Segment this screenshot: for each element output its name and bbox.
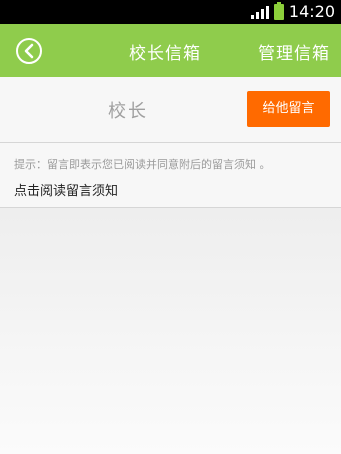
- battery-icon: [273, 2, 284, 20]
- back-button[interactable]: [16, 38, 42, 64]
- back-circle-icon: [24, 43, 34, 59]
- status-icons: 14:20: [250, 0, 335, 24]
- role-label: 校长: [108, 101, 148, 122]
- manage-mailbox-button[interactable]: 管理信箱: [258, 39, 330, 64]
- content-area: [0, 208, 341, 454]
- principal-row: 校长 给他留言: [0, 77, 341, 143]
- notice-tip: 提示：留言即表示您已阅读并同意附后的留言须知 。: [14, 158, 271, 171]
- page-title: 校长信箱: [129, 44, 201, 64]
- status-time: 14:20: [288, 2, 335, 21]
- signal-icon: [250, 5, 269, 19]
- status-bar: 14:20: [0, 0, 341, 24]
- nav-bar: 校长信箱 管理信箱: [0, 24, 341, 77]
- leave-message-button[interactable]: 给他留言: [247, 91, 330, 127]
- notice-section: 提示：留言即表示您已阅读并同意附后的留言须知 。 点击阅读留言须知: [0, 143, 341, 208]
- read-notice-link[interactable]: 点击阅读留言须知: [14, 180, 118, 199]
- battery-level: [274, 5, 283, 19]
